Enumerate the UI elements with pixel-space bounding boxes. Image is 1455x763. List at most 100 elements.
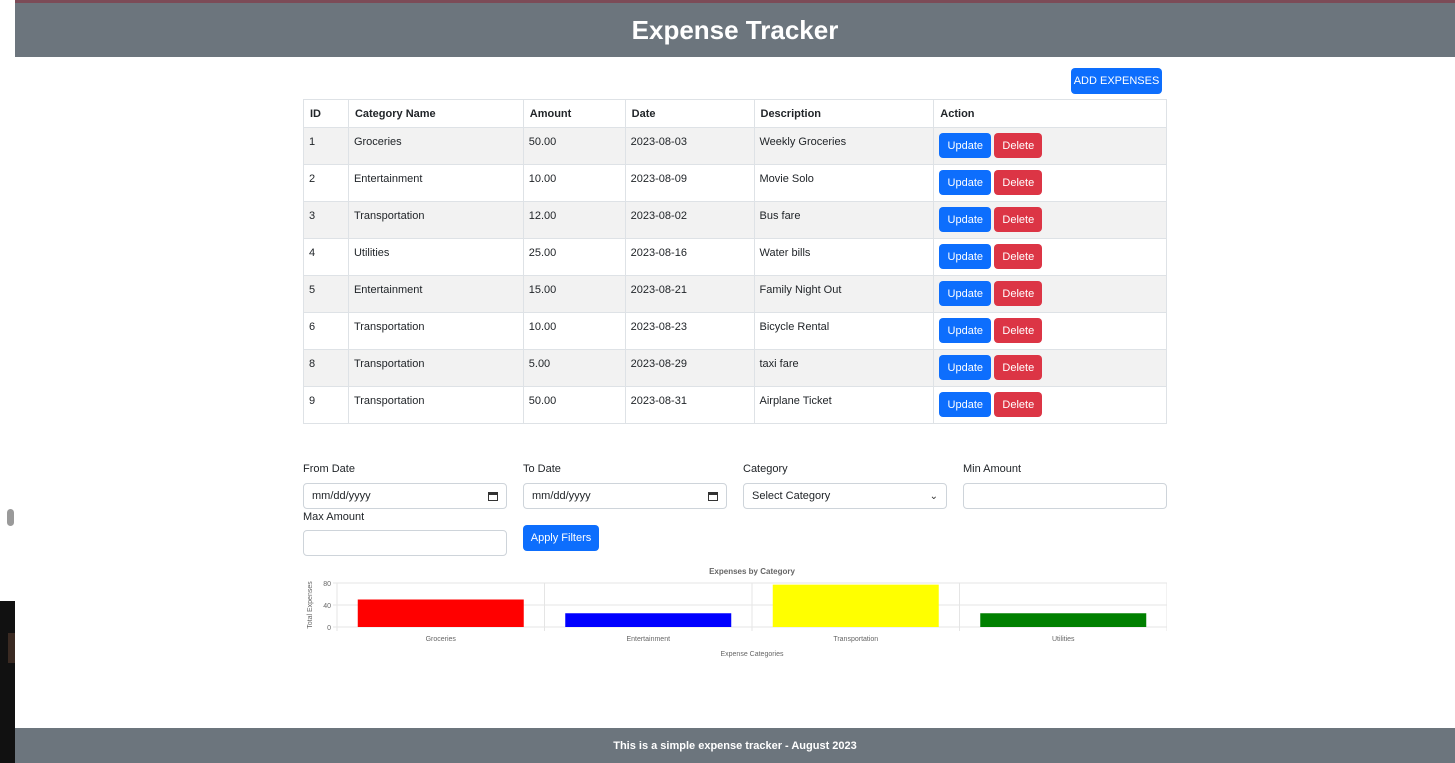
cell-date: 2023-08-16 [624,238,755,276]
page-footer: This is a simple expense tracker - Augus… [15,728,1455,763]
x-tick-label: Transportation [833,636,878,643]
cell-action: Update Delete [933,275,1167,313]
y-tick-label: 40 [323,603,331,610]
y-axis-label: Total Expenses [307,581,314,629]
update-button[interactable]: Update [939,170,992,195]
cell-category: Transportation [347,349,524,387]
cell-id: 4 [303,238,349,276]
from-date-value: mm/dd/yyyy [312,490,371,502]
cell-action: Update Delete [933,386,1167,424]
to-date-input[interactable]: mm/dd/yyyy [523,483,727,509]
category-select[interactable]: Select Category ⌄ [743,483,947,509]
x-tick-label: Utilities [1052,636,1075,643]
update-button[interactable]: Update [939,392,992,417]
update-button[interactable]: Update [939,318,992,343]
cell-id: 6 [303,312,349,350]
footer-text: This is a simple expense tracker - Augus… [613,739,857,752]
delete-button[interactable]: Delete [994,133,1043,158]
table-row: 2 Entertainment 10.00 2023-08-09 Movie Solo U… [303,164,1167,202]
y-tick-label: 80 [323,581,331,588]
table-row: 1 Groceries 50.00 2023-08-03 Weekly Grocerie… [303,127,1167,165]
from-date-label: From Date [303,463,355,475]
scroll-handle[interactable] [7,509,14,526]
max-amount-label: Max Amount [303,511,365,523]
from-date-input[interactable]: mm/dd/yyyy [303,483,507,509]
cell-id: 3 [303,201,349,239]
column-header-action: Action [933,99,1167,128]
cell-category: Transportation [347,201,524,239]
bar-entertainment [565,613,732,627]
cell-description: Bus fare [753,201,935,239]
delete-button[interactable]: Delete [994,392,1043,417]
delete-button[interactable]: Delete [994,318,1043,343]
add-expenses-button[interactable]: ADD EXPENSES [1071,68,1162,94]
cell-date: 2023-08-03 [624,127,755,165]
delete-button[interactable]: Delete [994,170,1043,195]
cell-amount: 50.00 [522,386,626,424]
bar-transportation [772,584,939,627]
to-date-label: To Date [523,463,561,475]
cell-description: Weekly Groceries [753,127,935,165]
max-amount-input[interactable] [303,530,507,556]
y-tick-label: 0 [327,625,331,632]
update-button[interactable]: Update [939,281,992,306]
cell-amount: 10.00 [522,312,626,350]
to-date-value: mm/dd/yyyy [532,490,591,502]
cell-description: Airplane Ticket [753,386,935,424]
cell-date: 2023-08-02 [624,201,755,239]
calendar-icon[interactable] [708,491,718,501]
column-header-amount: Amount [522,99,626,128]
cell-action: Update Delete [933,312,1167,350]
update-button[interactable]: Update [939,244,992,269]
table-row: 5 Entertainment 15.00 2023-08-21 Family Nigh… [303,275,1167,313]
calendar-icon[interactable] [488,491,498,501]
delete-button[interactable]: Delete [994,207,1043,232]
table-row: 8 Transportation 5.00 2023-08-29 taxi fare Up… [303,349,1167,387]
delete-button[interactable]: Delete [994,281,1043,306]
delete-button[interactable]: Delete [994,244,1043,269]
cell-description: Bicycle Rental [753,312,935,350]
column-header-id: ID [303,99,349,128]
cell-amount: 12.00 [522,201,626,239]
cell-amount: 25.00 [522,238,626,276]
cell-action: Update Delete [933,127,1167,165]
table-row: 6 Transportation 10.00 2023-08-23 Bicycle Re… [303,312,1167,350]
column-header-description: Description [753,99,935,128]
bar-utilities [980,613,1147,627]
cell-category: Entertainment [347,275,524,313]
bar-groceries [357,599,524,627]
chevron-down-icon: ⌄ [929,490,938,502]
expenses-bar-chart: Expenses by Category 0 40 80 Groceries Entert… [307,567,1167,658]
cell-description: taxi fare [753,349,935,387]
cell-amount: 15.00 [522,275,626,313]
update-button[interactable]: Update [939,133,992,158]
category-select-value: Select Category [752,490,831,502]
cell-category: Transportation [347,312,524,350]
update-button[interactable]: Update [939,355,992,380]
background-window-strip [8,633,15,663]
cell-date: 2023-08-23 [624,312,755,350]
cell-category: Transportation [347,386,524,424]
cell-id: 9 [303,386,349,424]
cell-amount: 10.00 [522,164,626,202]
min-amount-input[interactable] [963,483,1167,509]
cell-action: Update Delete [933,349,1167,387]
cell-action: Update Delete [933,164,1167,202]
cell-action: Update Delete [933,201,1167,239]
update-button[interactable]: Update [939,207,992,232]
cell-date: 2023-08-21 [624,275,755,313]
cell-category: Groceries [347,127,524,165]
apply-filters-button[interactable]: Apply Filters [523,525,599,551]
cell-description: Movie Solo [753,164,935,202]
delete-button[interactable]: Delete [994,355,1043,380]
x-tick-label: Groceries [426,636,457,643]
cell-id: 5 [303,275,349,313]
expenses-table: ID Category Name Amount Date Description… [303,99,1167,424]
min-amount-label: Min Amount [963,463,1022,475]
table-row: 3 Transportation 12.00 2023-08-02 Bus fare Up… [303,201,1167,239]
column-header-date: Date [624,99,755,128]
cell-date: 2023-08-09 [624,164,755,202]
cell-description: Water bills [753,238,935,276]
cell-category: Utilities [347,238,524,276]
cell-amount: 5.00 [522,349,626,387]
